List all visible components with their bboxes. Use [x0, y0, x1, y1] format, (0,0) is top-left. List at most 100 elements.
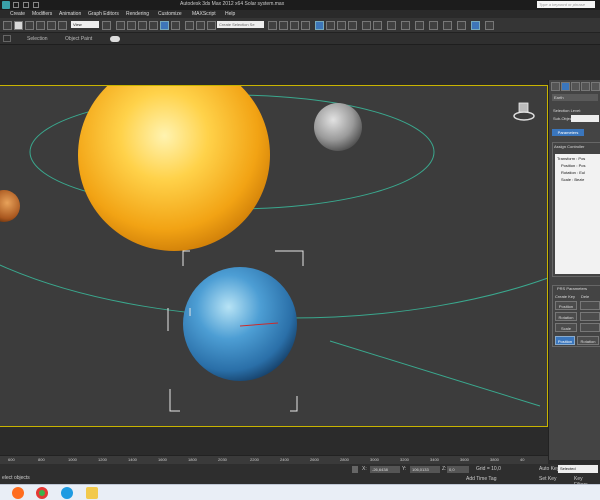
- percent-snap-icon[interactable]: [160, 21, 169, 30]
- create-tab-icon[interactable]: [551, 82, 560, 91]
- snap-toggle-icon[interactable]: [138, 21, 147, 30]
- ribbon-minimize-icon[interactable]: [3, 35, 11, 42]
- angle-snap-icon[interactable]: [149, 21, 158, 30]
- tree-item-scale[interactable]: Scale : Bezie: [561, 177, 584, 182]
- y-coord-field[interactable]: 106,0133: [410, 466, 440, 473]
- modify-tab-icon[interactable]: [561, 82, 570, 91]
- reference-coordinate-dropdown[interactable]: View: [71, 21, 99, 28]
- position-tab-button[interactable]: Position: [555, 336, 575, 345]
- select-and-move-icon[interactable]: [36, 21, 45, 30]
- set-key-button[interactable]: Set Key: [539, 476, 557, 482]
- controller-tree[interactable]: Transform : Pos Position : Pos Rotation …: [555, 154, 600, 274]
- menu-create[interactable]: Create: [10, 11, 25, 17]
- render-production-icon[interactable]: [348, 21, 357, 30]
- tree-item-rotation[interactable]: Rotation : Eul: [561, 170, 585, 175]
- select-manipulate-icon[interactable]: [116, 21, 125, 30]
- ribbon-tab-selection[interactable]: Selection: [27, 36, 48, 42]
- skype-icon[interactable]: [61, 487, 73, 499]
- ribbon-options-icon[interactable]: [110, 36, 120, 42]
- select-link-icon[interactable]: [3, 21, 12, 30]
- container-icon[interactable]: [415, 21, 424, 30]
- orbit-path-segment: [329, 340, 541, 407]
- delete-position-key-button[interactable]: [580, 301, 600, 310]
- ribbon-tab-object-paint[interactable]: Object Paint: [65, 36, 92, 42]
- display-tab-icon[interactable]: [591, 82, 600, 91]
- menu-rendering[interactable]: Rendering: [126, 11, 149, 17]
- named-selection-set-dropdown[interactable]: Create Selection Se: [217, 21, 264, 28]
- viewcube[interactable]: [512, 99, 536, 123]
- activeshade-icon[interactable]: [373, 21, 382, 30]
- toggle-ribbon-icon[interactable]: [443, 21, 452, 30]
- prs-parameters-label[interactable]: PRS Parameters: [557, 286, 587, 291]
- app-logo-icon[interactable]: [2, 1, 10, 9]
- timeline-tick: 3200: [400, 457, 409, 462]
- object-name-field[interactable]: Earth: [552, 94, 598, 101]
- display-icon[interactable]: [485, 21, 494, 30]
- select-and-rotate-icon[interactable]: [47, 21, 56, 30]
- create-rotation-key-button[interactable]: Rotation: [555, 312, 577, 321]
- tree-item-transform[interactable]: Transform : Pos: [557, 156, 585, 161]
- render-frame-window-icon[interactable]: [401, 21, 410, 30]
- perspective-viewport[interactable]: [0, 85, 548, 427]
- menu-help[interactable]: Help: [225, 11, 235, 17]
- auto-key-button[interactable]: Auto Key: [539, 466, 559, 472]
- help-search-input[interactable]: Type a keyword or phrase: [537, 1, 595, 8]
- pivot-center-icon[interactable]: [102, 21, 111, 30]
- key-selection-dropdown[interactable]: Selected: [558, 465, 598, 473]
- align-icon[interactable]: [207, 21, 216, 30]
- menu-animation[interactable]: Animation: [59, 11, 81, 17]
- grid-size-label: Grid = 10,0: [476, 466, 501, 472]
- menu-modifiers[interactable]: Modifiers: [32, 11, 52, 17]
- keyboard-shortcut-icon[interactable]: [127, 21, 136, 30]
- chrome-icon[interactable]: [36, 487, 48, 499]
- motion-tab-icon[interactable]: [581, 82, 590, 91]
- scene-explorer-icon[interactable]: [429, 21, 438, 30]
- timeline-tick: 1000: [68, 457, 77, 462]
- delete-rotation-key-button[interactable]: [580, 312, 600, 321]
- menu-maxscript[interactable]: MAXScript: [192, 11, 216, 17]
- z-coord-label: Z:: [442, 466, 447, 472]
- utilities-icon[interactable]: [471, 21, 480, 30]
- tree-item-position[interactable]: Position : Pos: [561, 163, 585, 168]
- render-setup-icon[interactable]: [326, 21, 335, 30]
- select-by-name-icon[interactable]: [25, 21, 34, 30]
- open-file-icon[interactable]: [23, 2, 29, 8]
- hierarchy-tab-icon[interactable]: [571, 82, 580, 91]
- render-iterative-icon[interactable]: [362, 21, 371, 30]
- selection-lock-icon[interactable]: [352, 466, 358, 473]
- solar-system-scene[interactable]: [0, 86, 548, 427]
- add-time-tag-button[interactable]: Add Time Tag: [466, 476, 496, 482]
- z-coord-field[interactable]: 0,0: [447, 466, 469, 473]
- ribbon: Selection Object Paint: [0, 33, 600, 45]
- select-and-scale-icon[interactable]: [58, 21, 67, 30]
- assign-controller-label[interactable]: Assign Controller: [554, 144, 584, 149]
- viewport-layout-icon[interactable]: [457, 21, 466, 30]
- rendered-frame-icon[interactable]: [337, 21, 346, 30]
- parameters-button[interactable]: Parameters: [552, 129, 584, 136]
- curve-editor-icon[interactable]: [290, 21, 299, 30]
- layer-manager-icon[interactable]: [268, 21, 277, 30]
- save-file-icon[interactable]: [33, 2, 39, 8]
- sub-object-dropdown[interactable]: [571, 115, 599, 122]
- menu-graph-editors[interactable]: Graph Editors: [88, 11, 119, 17]
- select-object-icon[interactable]: [14, 21, 23, 30]
- schematic-view-icon[interactable]: [301, 21, 310, 30]
- mirror-icon[interactable]: [196, 21, 205, 30]
- x-coord-field[interactable]: -26,6438: [370, 466, 400, 473]
- graphite-toggle-icon[interactable]: [279, 21, 288, 30]
- file-explorer-icon[interactable]: [86, 487, 98, 499]
- teapot-render-icon[interactable]: [387, 21, 396, 30]
- delete-scale-key-button[interactable]: [580, 323, 600, 332]
- spinner-snap-icon[interactable]: [171, 21, 180, 30]
- material-editor-icon[interactable]: [315, 21, 324, 30]
- rotation-tab-button[interactable]: Rotation: [577, 336, 599, 345]
- new-file-icon[interactable]: [13, 2, 19, 8]
- timeline[interactable]: 600 800 1000 1200 1400 1600 1800 2030 22…: [0, 455, 548, 464]
- edit-named-selection-icon[interactable]: [185, 21, 194, 30]
- firefox-icon[interactable]: [12, 487, 24, 499]
- create-position-key-button[interactable]: Position: [555, 301, 577, 310]
- menu-customize[interactable]: Customize: [158, 11, 182, 17]
- key-mode-icon[interactable]: [520, 466, 532, 473]
- timeline-tick: 2600: [310, 457, 319, 462]
- create-scale-key-button[interactable]: Scale: [555, 323, 577, 332]
